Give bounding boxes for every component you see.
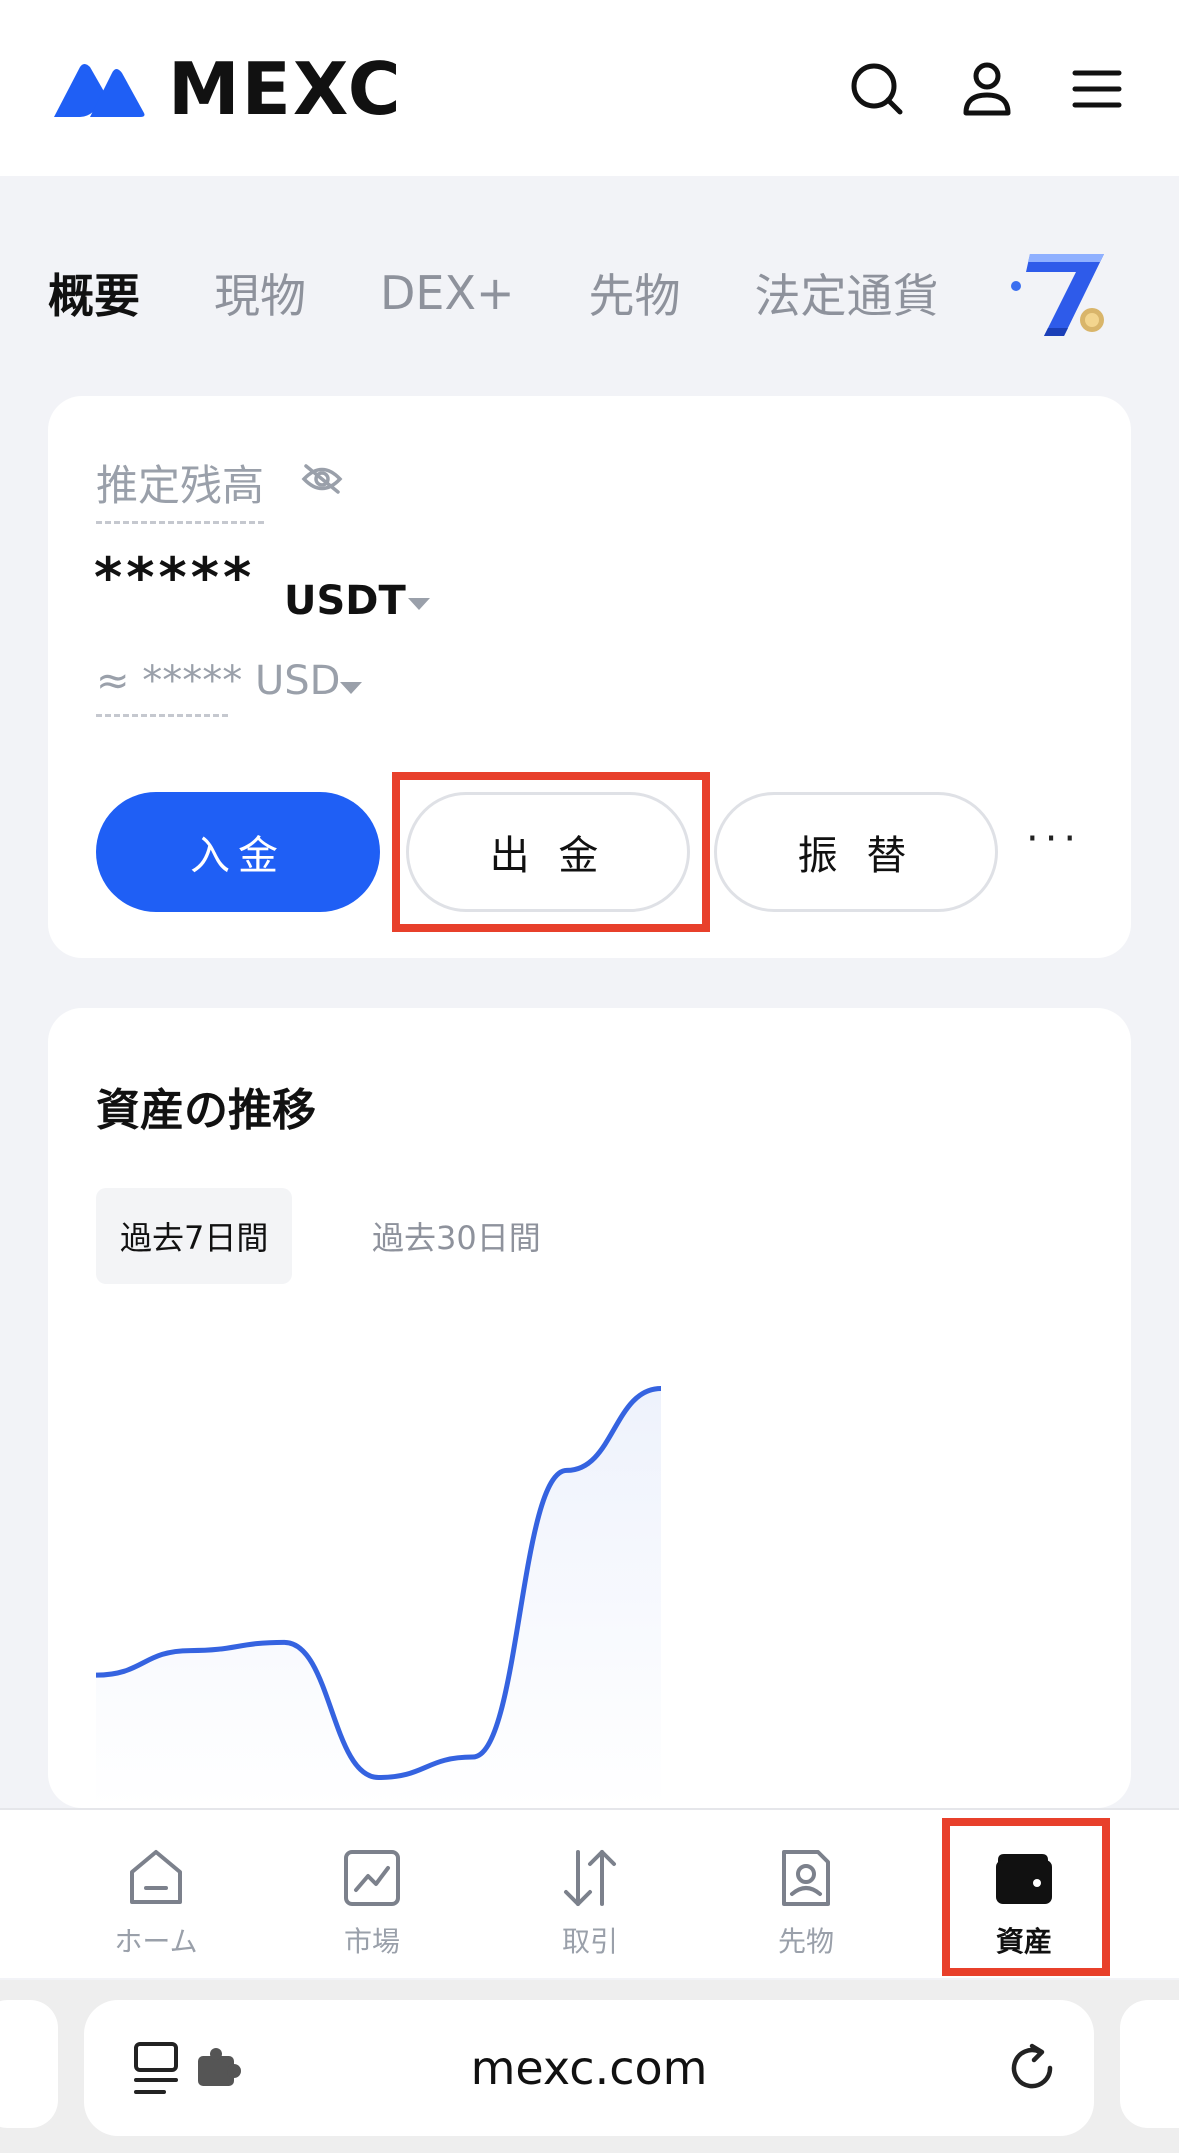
more-actions-button[interactable]: ··· — [1026, 816, 1082, 862]
approx-usd-value: ≈ ***** USD — [96, 658, 340, 704]
user-icon — [963, 62, 1011, 116]
logo-text: MEXC — [168, 47, 403, 131]
next-tab-preview[interactable] — [1120, 2000, 1179, 2128]
menu-button[interactable] — [1068, 58, 1126, 120]
reload-button[interactable] — [1004, 2040, 1060, 2100]
approx-prefix: ≈ — [96, 658, 130, 704]
nav-home[interactable]: ホーム — [56, 1810, 256, 1980]
futures-icon — [782, 1850, 830, 1906]
mexc-logo-icon — [54, 64, 145, 117]
withdraw-highlight-box — [392, 772, 710, 932]
previous-tab-preview[interactable] — [0, 2000, 58, 2128]
hide-balance-toggle[interactable] — [300, 462, 344, 500]
asset-trend-card: 資産の推移 過去7日間 過去30日間 — [48, 1008, 1131, 1808]
nav-market-label: 市場 — [343, 1925, 400, 1958]
top-header: MEXC — [0, 0, 1179, 176]
range-7-days-button[interactable]: 過去7日間 — [96, 1188, 293, 1284]
trend-area — [96, 1388, 661, 1808]
reload-icon — [1011, 2043, 1053, 2089]
url-text[interactable]: mexc.com — [84, 2000, 1094, 2136]
trade-arrows-icon — [564, 1850, 616, 1906]
tab-fiat[interactable]: 法定通貨 — [755, 260, 939, 326]
mexc-logo[interactable]: MEXC — [50, 47, 403, 131]
nav-market[interactable]: 市場 — [272, 1810, 472, 1980]
search-button[interactable] — [848, 58, 906, 120]
nav-trade-label: 取引 — [561, 1925, 618, 1958]
approx-underline — [96, 714, 228, 717]
promo-badge[interactable] — [1000, 238, 1120, 348]
search-icon — [851, 63, 903, 115]
nav-trade[interactable]: 取引 — [490, 1810, 690, 1980]
deposit-button[interactable]: 入金 — [96, 792, 380, 912]
home-icon — [130, 1850, 182, 1904]
anniversary-7-icon — [1011, 254, 1104, 336]
asset-trend-title: 資産の推移 — [96, 1085, 316, 1136]
unit-dropdown-caret-icon[interactable] — [408, 598, 430, 610]
usd-dropdown-caret-icon[interactable] — [340, 682, 362, 694]
account-button[interactable] — [958, 58, 1016, 120]
transfer-button[interactable]: 振 替 — [714, 792, 998, 912]
market-chart-icon — [344, 1850, 400, 1906]
address-bar[interactable]: mexc.com — [84, 2000, 1094, 2136]
assets-highlight-box — [942, 1818, 1110, 1976]
range-30-days-button[interactable]: 過去30日間 — [348, 1188, 565, 1284]
menu-icon — [1072, 70, 1122, 108]
tab-overview[interactable]: 概要 — [48, 260, 140, 326]
nav-home-label: ホーム — [114, 1925, 198, 1958]
asset-trend-chart — [96, 1385, 661, 1808]
balance-masked-value: ***** — [94, 546, 256, 609]
browser-toolbar: mexc.com — [0, 1980, 1179, 2153]
approx-masked: ***** — [142, 658, 243, 704]
estimated-balance-label[interactable]: 推定残高 — [96, 452, 265, 524]
eye-off-icon — [301, 464, 343, 494]
tab-spot[interactable]: 現物 — [214, 260, 306, 326]
tab-futures[interactable]: 先物 — [589, 260, 681, 326]
nav-futures[interactable]: 先物 — [706, 1810, 906, 1980]
tab-dex[interactable]: DEX+ — [380, 266, 515, 320]
nav-futures-label: 先物 — [777, 1925, 834, 1958]
balance-unit-selector[interactable]: USDT — [284, 578, 406, 624]
asset-tabs: 概要 現物 DEX+ 先物 法定通貨 — [48, 258, 1013, 328]
approx-unit[interactable]: USD — [255, 658, 340, 704]
